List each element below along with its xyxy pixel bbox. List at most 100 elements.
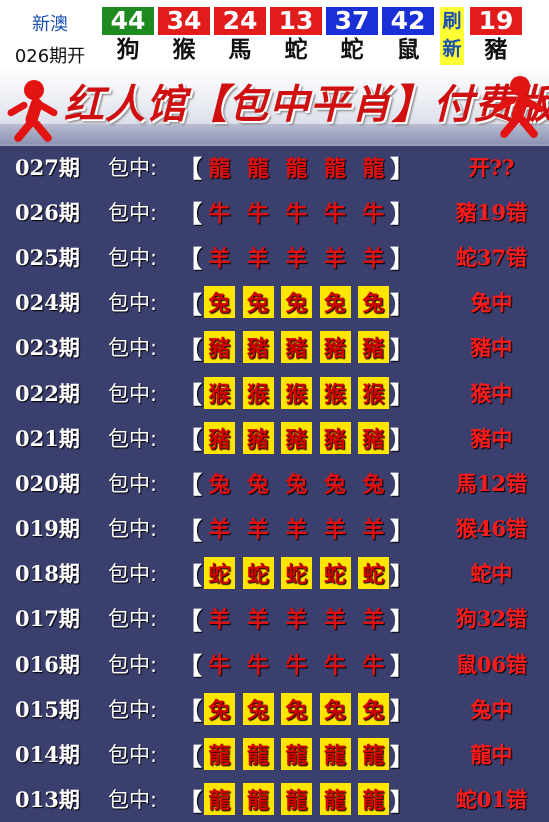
zodiac-pick: 蛇 <box>281 557 312 590</box>
row-period: 026期 <box>15 199 80 225</box>
open-bracket: 【 <box>178 787 202 816</box>
zodiac-pick: 豬 <box>204 331 235 364</box>
result-number: 34 <box>158 7 210 35</box>
prediction-row: 025期 包中: 【羊羊羊羊羊】蛇37错 <box>0 234 549 279</box>
results-header: 新澳 026期开 44 狗 34 猴 24 馬 13 蛇 37 蛇 42 鼠刷新 19 豬 <box>0 0 549 67</box>
row-label: 包中: <box>108 743 158 768</box>
zodiac-pick: 龍 <box>208 155 231 182</box>
open-bracket: 【 <box>178 697 202 726</box>
zodiac-pick: 羊 <box>323 245 346 272</box>
row-label: 包中: <box>108 155 158 180</box>
special-number: 19 <box>470 7 522 35</box>
prediction-row: 018期 包中: 【蛇蛇蛇蛇蛇】蛇中 <box>0 551 549 596</box>
zodiac-pick: 龍 <box>246 155 269 182</box>
row-result: 豬中 <box>470 425 513 451</box>
prediction-list: 027期 包中: 【龍龍龍龍龍】开?? 026期 包中: 【牛牛牛牛牛】豬19错 025期包… <box>0 144 549 822</box>
zodiac-pick: 兔 <box>362 471 385 498</box>
prediction-row: 019期 包中: 【羊羊羊羊羊】猴46错 <box>0 506 549 551</box>
zodiac-pick: 羊 <box>246 517 269 544</box>
zodiac-pick: 牛 <box>208 200 231 227</box>
close-bracket: 】 <box>390 652 414 681</box>
row-picks: 兔兔兔兔兔 <box>204 467 389 499</box>
zodiac-pick: 龍 <box>319 783 351 816</box>
zodiac-pick: 猴 <box>242 376 274 409</box>
zodiac-pick: 羊 <box>285 607 308 634</box>
zodiac-pick: 兔 <box>319 692 351 725</box>
brand-name: 新澳 <box>32 14 68 35</box>
close-bracket: 】 <box>390 290 414 319</box>
open-bracket: 【 <box>178 200 202 229</box>
zodiac-pick: 羊 <box>285 517 308 544</box>
prediction-row: 022期 包中: 【猴猴猴猴猴】猴中 <box>0 370 549 415</box>
row-picks: 羊羊羊羊羊 <box>204 241 389 273</box>
zodiac-pick: 猴 <box>358 376 389 409</box>
row-label: 包中: <box>108 652 158 677</box>
result-number: 44 <box>102 7 154 35</box>
zodiac-pick: 豬 <box>204 421 235 454</box>
zodiac-pick: 龍 <box>358 738 389 771</box>
zodiac-pick: 羊 <box>285 245 308 272</box>
row-result: 兔中 <box>470 696 513 722</box>
row-period: 025期 <box>15 244 80 270</box>
row-period: 023期 <box>15 335 80 361</box>
result-cell: 37 蛇 <box>324 0 380 66</box>
row-result: 龍中 <box>470 742 513 768</box>
row-picks: 龍龍龍龍龍 <box>204 783 389 816</box>
zodiac-pick: 羊 <box>208 517 231 544</box>
zodiac-pick: 牛 <box>323 652 346 679</box>
zodiac-pick: 豬 <box>242 421 274 454</box>
zodiac-pick: 牛 <box>323 200 346 227</box>
zodiac-pick: 蛇 <box>319 557 351 590</box>
row-picks: 龍龍龍龍龍 <box>204 151 389 183</box>
row-picks: 蛇蛇蛇蛇蛇 <box>204 557 389 590</box>
zodiac-pick: 龍 <box>362 155 385 182</box>
prediction-row: 015期 包中: 【兔兔兔兔兔】兔中 <box>0 686 549 731</box>
issue-label: 026期开 <box>14 46 86 67</box>
banner: 红人馆【包中平肖】付费版 <box>0 66 549 146</box>
result-cell: 24 馬 <box>212 0 268 66</box>
result-number: 13 <box>270 7 322 35</box>
open-bracket: 【 <box>178 742 202 771</box>
refresh-button[interactable]: 刷新 <box>440 7 464 65</box>
zodiac-pick: 龍 <box>242 783 274 816</box>
row-picks: 龍龍龍龍龍 <box>204 738 389 771</box>
zodiac-pick: 兔 <box>323 471 346 498</box>
refresh-label-1: 刷 <box>442 10 462 32</box>
prediction-row: 021期 包中: 【豬豬豬豬豬】豬中 <box>0 415 549 460</box>
zodiac-pick: 羊 <box>323 517 346 544</box>
row-label: 包中: <box>108 336 158 361</box>
row-period: 017期 <box>15 606 80 632</box>
row-period: 014期 <box>15 742 80 768</box>
brand-block: 新澳 026期开 <box>0 0 100 67</box>
row-label: 包中: <box>108 426 158 451</box>
refresh-cell[interactable]: 刷新 <box>436 0 468 66</box>
zodiac-pick: 龍 <box>358 783 389 816</box>
open-bracket: 【 <box>178 245 202 274</box>
row-label: 包中: <box>108 562 158 587</box>
zodiac-pick: 兔 <box>204 692 235 725</box>
row-result: 开?? <box>468 154 515 180</box>
zodiac-pick: 豬 <box>358 331 389 364</box>
zodiac-pick: 龍 <box>204 783 235 816</box>
row-result: 猴46错 <box>455 516 528 542</box>
zodiac-pick: 兔 <box>281 286 312 319</box>
open-bracket: 【 <box>178 652 202 681</box>
row-picks: 豬豬豬豬豬 <box>204 421 389 454</box>
prediction-row: 027期 包中: 【龍龍龍龍龍】开?? <box>0 144 549 189</box>
row-picks: 羊羊羊羊羊 <box>204 512 389 544</box>
zodiac-pick: 羊 <box>362 245 385 272</box>
result-zodiac: 鼠 <box>396 37 420 63</box>
row-period: 015期 <box>15 696 80 722</box>
close-bracket: 】 <box>390 561 414 590</box>
zodiac-pick: 羊 <box>246 245 269 272</box>
zodiac-pick: 龍 <box>323 155 346 182</box>
special-zodiac: 豬 <box>484 37 508 63</box>
zodiac-pick: 羊 <box>208 607 231 634</box>
row-period: 016期 <box>15 651 80 677</box>
row-picks: 兔兔兔兔兔 <box>204 692 389 725</box>
zodiac-pick: 牛 <box>362 200 385 227</box>
prediction-row: 013期 包中: 【龍龍龍龍龍】蛇01错 <box>0 777 549 822</box>
row-picks: 豬豬豬豬豬 <box>204 331 389 364</box>
prediction-row: 026期 包中: 【牛牛牛牛牛】豬19错 <box>0 189 549 234</box>
result-cell: 34 猴 <box>156 0 212 66</box>
